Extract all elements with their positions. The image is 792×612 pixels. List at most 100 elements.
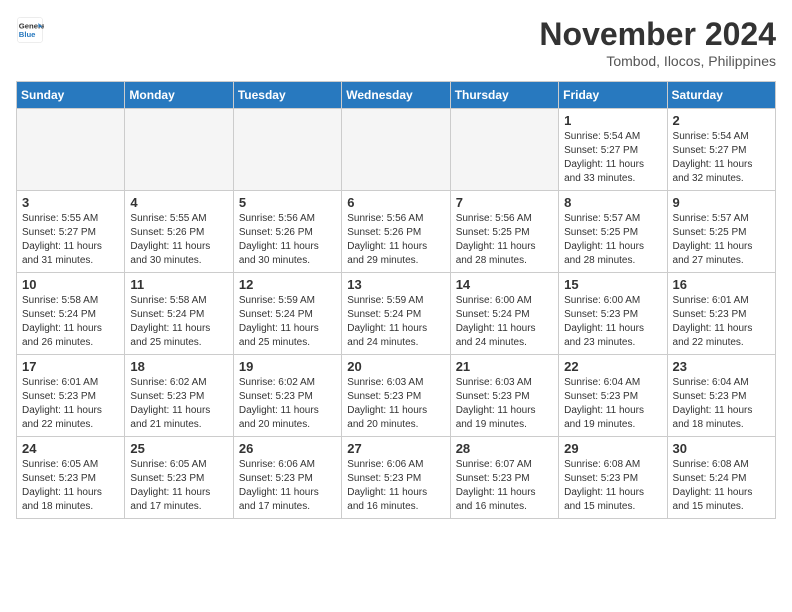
- day-number: 23: [673, 359, 770, 374]
- day-info: Sunrise: 6:03 AM Sunset: 5:23 PM Dayligh…: [347, 376, 444, 432]
- day-number: 6: [347, 195, 444, 210]
- day-info: Sunrise: 5:56 AM Sunset: 5:26 PM Dayligh…: [239, 212, 336, 268]
- day-info: Sunrise: 6:03 AM Sunset: 5:23 PM Dayligh…: [456, 376, 553, 432]
- svg-text:Blue: Blue: [19, 30, 36, 39]
- day-cell: 30 Sunrise: 6:08 AM Sunset: 5:24 PM Dayli…: [667, 437, 775, 519]
- day-info: Sunrise: 5:59 AM Sunset: 5:24 PM Dayligh…: [347, 294, 444, 350]
- day-cell: 10Sunrise: 5:58 AM Sunset: 5:24 PM Dayli…: [17, 273, 125, 355]
- day-number: 11: [130, 277, 227, 292]
- day-info: Sunrise: 6:00 AM Sunset: 5:24 PM Dayligh…: [456, 294, 553, 350]
- day-cell: 19 Sunrise: 6:02 AM Sunset: 5:23 PM Dayli…: [233, 355, 341, 437]
- day-number: 20: [347, 359, 444, 374]
- day-info: Sunrise: 5:57 AM Sunset: 5:25 PM Dayligh…: [564, 212, 661, 268]
- day-number: 17: [22, 359, 119, 374]
- day-info: Sunrise: 5:58 AM Sunset: 5:24 PM Dayligh…: [130, 294, 227, 350]
- day-info: Sunrise: 6:05 AM Sunset: 5:23 PM Dayligh…: [22, 458, 119, 514]
- day-cell: 12 Sunrise: 5:59 AM Sunset: 5:24 PM Dayli…: [233, 273, 341, 355]
- day-cell: 22 Sunrise: 6:04 AM Sunset: 5:23 PM Dayli…: [559, 355, 667, 437]
- day-number: 19: [239, 359, 336, 374]
- logo-icon: General Blue: [16, 16, 44, 44]
- week-row-0: 1 Sunrise: 5:54 AM Sunset: 5:27 PM Daylig…: [17, 109, 776, 191]
- day-info: Sunrise: 6:02 AM Sunset: 5:23 PM Dayligh…: [239, 376, 336, 432]
- day-info: Sunrise: 6:05 AM Sunset: 5:23 PM Dayligh…: [130, 458, 227, 514]
- day-number: 1: [564, 113, 661, 128]
- day-number: 9: [673, 195, 770, 210]
- day-cell: 6 Sunrise: 5:56 AM Sunset: 5:26 PM Daylig…: [342, 191, 450, 273]
- day-number: 21: [456, 359, 553, 374]
- day-number: 8: [564, 195, 661, 210]
- day-cell: 16 Sunrise: 6:01 AM Sunset: 5:23 PM Dayli…: [667, 273, 775, 355]
- day-info: Sunrise: 6:04 AM Sunset: 5:23 PM Dayligh…: [673, 376, 770, 432]
- day-cell: 11 Sunrise: 5:58 AM Sunset: 5:24 PM Dayli…: [125, 273, 233, 355]
- calendar-table: SundayMondayTuesdayWednesdayThursdayFrid…: [16, 81, 776, 519]
- day-cell: 26Sunrise: 6:06 AM Sunset: 5:23 PM Dayli…: [233, 437, 341, 519]
- day-cell: 23 Sunrise: 6:04 AM Sunset: 5:23 PM Dayli…: [667, 355, 775, 437]
- day-info: Sunrise: 6:07 AM Sunset: 5:23 PM Dayligh…: [456, 458, 553, 514]
- day-info: Sunrise: 6:01 AM Sunset: 5:23 PM Dayligh…: [673, 294, 770, 350]
- day-number: 25: [130, 441, 227, 456]
- day-info: Sunrise: 5:58 AM Sunset: 5:24 PM Dayligh…: [22, 294, 119, 350]
- day-cell: 29Sunrise: 6:08 AM Sunset: 5:23 PM Dayli…: [559, 437, 667, 519]
- day-cell: 27Sunrise: 6:06 AM Sunset: 5:23 PM Dayli…: [342, 437, 450, 519]
- day-cell: 5Sunrise: 5:56 AM Sunset: 5:26 PM Daylig…: [233, 191, 341, 273]
- day-info: Sunrise: 6:08 AM Sunset: 5:24 PM Dayligh…: [673, 458, 770, 514]
- day-info: Sunrise: 6:02 AM Sunset: 5:23 PM Dayligh…: [130, 376, 227, 432]
- day-cell: 25 Sunrise: 6:05 AM Sunset: 5:23 PM Dayli…: [125, 437, 233, 519]
- day-number: 3: [22, 195, 119, 210]
- day-cell: 21 Sunrise: 6:03 AM Sunset: 5:23 PM Dayli…: [450, 355, 558, 437]
- day-cell: 8 Sunrise: 5:57 AM Sunset: 5:25 PM Daylig…: [559, 191, 667, 273]
- day-cell: 14Sunrise: 6:00 AM Sunset: 5:24 PM Dayli…: [450, 273, 558, 355]
- day-info: Sunrise: 5:56 AM Sunset: 5:26 PM Dayligh…: [347, 212, 444, 268]
- day-number: 15: [564, 277, 661, 292]
- day-info: Sunrise: 5:54 AM Sunset: 5:27 PM Dayligh…: [673, 130, 770, 186]
- logo: General Blue: [16, 16, 44, 44]
- day-number: 16: [673, 277, 770, 292]
- day-info: Sunrise: 6:04 AM Sunset: 5:23 PM Dayligh…: [564, 376, 661, 432]
- day-number: 18: [130, 359, 227, 374]
- weekday-header-wednesday: Wednesday: [342, 82, 450, 109]
- day-cell: 4 Sunrise: 5:55 AM Sunset: 5:26 PM Daylig…: [125, 191, 233, 273]
- title-block: November 2024 Tombod, Ilocos, Philippine…: [539, 16, 776, 69]
- day-number: 30: [673, 441, 770, 456]
- day-cell: 17 Sunrise: 6:01 AM Sunset: 5:23 PM Dayli…: [17, 355, 125, 437]
- day-info: Sunrise: 6:01 AM Sunset: 5:23 PM Dayligh…: [22, 376, 119, 432]
- day-number: 12: [239, 277, 336, 292]
- day-info: Sunrise: 5:55 AM Sunset: 5:26 PM Dayligh…: [130, 212, 227, 268]
- day-cell: [17, 109, 125, 191]
- day-info: Sunrise: 5:59 AM Sunset: 5:24 PM Dayligh…: [239, 294, 336, 350]
- day-number: 29: [564, 441, 661, 456]
- location: Tombod, Ilocos, Philippines: [539, 53, 776, 69]
- day-number: 4: [130, 195, 227, 210]
- day-cell: 1 Sunrise: 5:54 AM Sunset: 5:27 PM Daylig…: [559, 109, 667, 191]
- weekday-header-row: SundayMondayTuesdayWednesdayThursdayFrid…: [17, 82, 776, 109]
- day-info: Sunrise: 6:00 AM Sunset: 5:23 PM Dayligh…: [564, 294, 661, 350]
- week-row-3: 17 Sunrise: 6:01 AM Sunset: 5:23 PM Dayli…: [17, 355, 776, 437]
- day-cell: 9 Sunrise: 5:57 AM Sunset: 5:25 PM Daylig…: [667, 191, 775, 273]
- day-cell: 24 Sunrise: 6:05 AM Sunset: 5:23 PM Dayli…: [17, 437, 125, 519]
- week-row-4: 24 Sunrise: 6:05 AM Sunset: 5:23 PM Dayli…: [17, 437, 776, 519]
- day-info: Sunrise: 5:57 AM Sunset: 5:25 PM Dayligh…: [673, 212, 770, 268]
- weekday-header-saturday: Saturday: [667, 82, 775, 109]
- week-row-2: 10Sunrise: 5:58 AM Sunset: 5:24 PM Dayli…: [17, 273, 776, 355]
- day-cell: 20 Sunrise: 6:03 AM Sunset: 5:23 PM Dayli…: [342, 355, 450, 437]
- day-cell: [125, 109, 233, 191]
- day-info: Sunrise: 5:56 AM Sunset: 5:25 PM Dayligh…: [456, 212, 553, 268]
- day-cell: 28 Sunrise: 6:07 AM Sunset: 5:23 PM Dayli…: [450, 437, 558, 519]
- day-number: 28: [456, 441, 553, 456]
- day-number: 2: [673, 113, 770, 128]
- day-info: Sunrise: 5:55 AM Sunset: 5:27 PM Dayligh…: [22, 212, 119, 268]
- day-cell: [342, 109, 450, 191]
- day-cell: [233, 109, 341, 191]
- day-number: 7: [456, 195, 553, 210]
- day-number: 24: [22, 441, 119, 456]
- month-title: November 2024: [539, 16, 776, 53]
- day-number: 22: [564, 359, 661, 374]
- day-cell: [450, 109, 558, 191]
- day-cell: 2 Sunrise: 5:54 AM Sunset: 5:27 PM Daylig…: [667, 109, 775, 191]
- page-header: General Blue November 2024 Tombod, Iloco…: [16, 16, 776, 69]
- day-cell: 15 Sunrise: 6:00 AM Sunset: 5:23 PM Dayli…: [559, 273, 667, 355]
- weekday-header-friday: Friday: [559, 82, 667, 109]
- day-info: Sunrise: 5:54 AM Sunset: 5:27 PM Dayligh…: [564, 130, 661, 186]
- day-info: Sunrise: 6:06 AM Sunset: 5:23 PM Dayligh…: [347, 458, 444, 514]
- week-row-1: 3 Sunrise: 5:55 AM Sunset: 5:27 PM Daylig…: [17, 191, 776, 273]
